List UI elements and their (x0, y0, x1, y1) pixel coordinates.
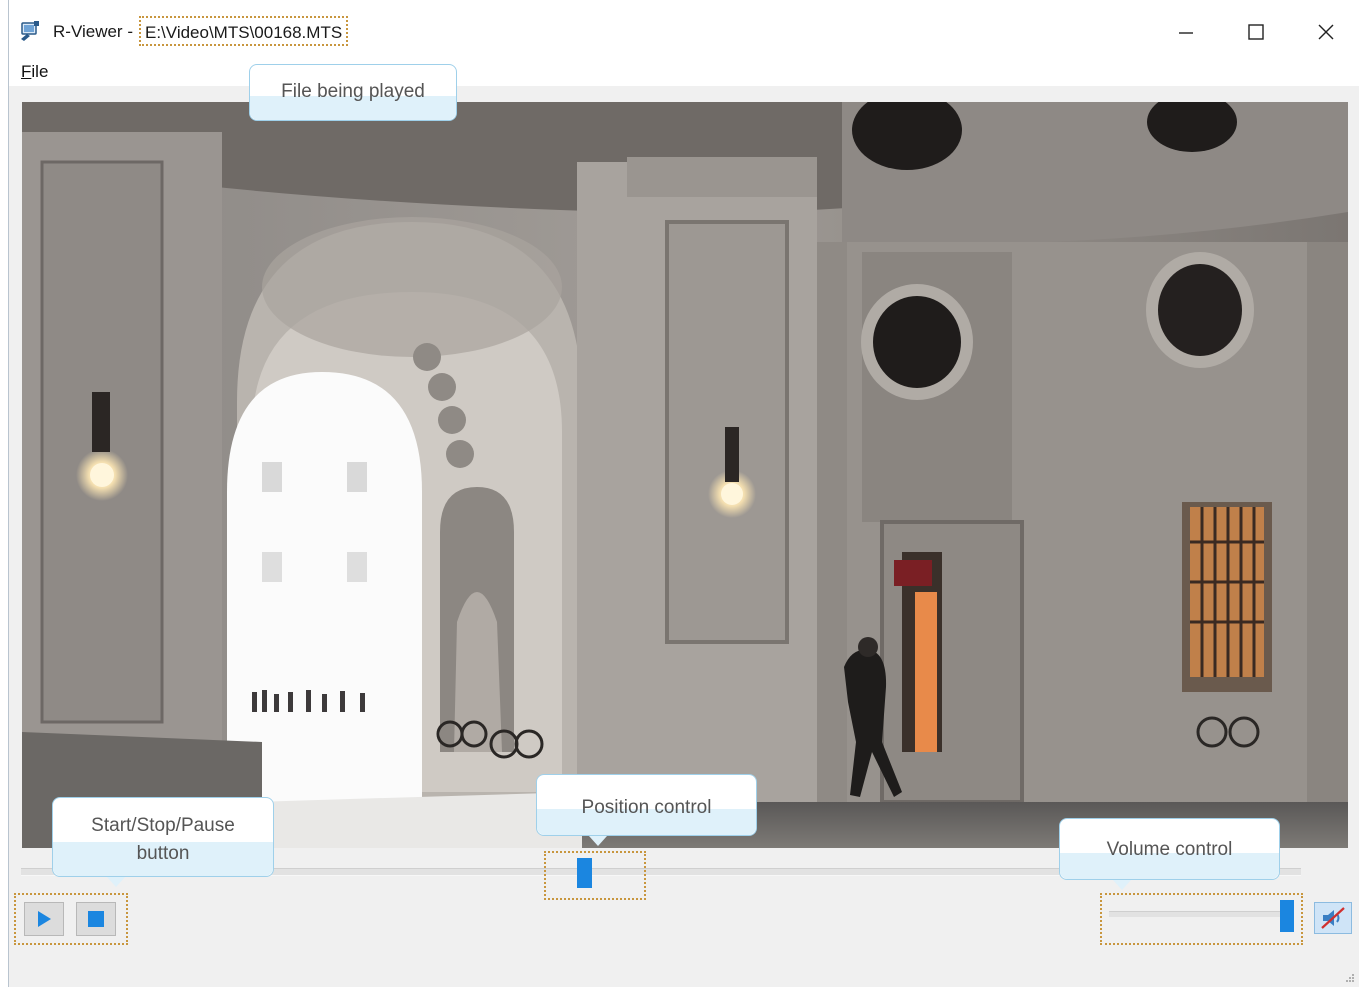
callout-position-pointer (589, 836, 607, 846)
play-button[interactable] (24, 902, 64, 936)
callout-start-stop-line1: Start/Stop/Pause (91, 815, 235, 836)
callout-volume-control: Volume control (1059, 818, 1280, 880)
callout-start-stop-pause: Start/Stop/Pause button (52, 797, 274, 877)
callout-start-stop-text: Start/Stop/Pause button (91, 798, 235, 868)
callout-volume-pointer (1113, 880, 1131, 890)
callout-start-stop-line2: button (136, 843, 190, 864)
title-bar: R-Viewer - E:\Video\MTS\00168.MTS (9, 0, 1359, 58)
menu-file-label-rest: ile (31, 62, 49, 81)
maximize-icon (1248, 24, 1264, 40)
r-viewer-app-icon (21, 21, 39, 41)
video-frame[interactable] (22, 102, 1348, 848)
menu-file[interactable]: File (21, 62, 48, 82)
callout-position-text: Position control (581, 797, 712, 818)
callout-file-being-played: File being played (249, 64, 457, 121)
callout-position-control: Position control (536, 774, 757, 836)
close-button[interactable] (1303, 14, 1349, 50)
stop-icon (88, 911, 104, 927)
menu-bar: File (9, 58, 1359, 86)
volume-slider-track[interactable] (1109, 911, 1287, 917)
callout-volume-text: Volume control (1106, 839, 1233, 860)
position-control-highlight (544, 851, 646, 900)
minimize-button[interactable] (1163, 14, 1209, 50)
callout-start-stop-pointer (107, 877, 125, 887)
close-icon (1318, 24, 1334, 40)
position-slider-thumb[interactable] (577, 858, 593, 888)
volume-control-highlight (1100, 893, 1303, 945)
resize-grip-icon[interactable] (1345, 973, 1355, 983)
stop-button[interactable] (76, 902, 116, 936)
window-title-file-path: E:\Video\MTS\00168.MTS (139, 16, 349, 46)
maximize-button[interactable] (1233, 14, 1279, 50)
window-title-app: R-Viewer - (53, 22, 133, 41)
play-icon (38, 911, 51, 927)
volume-slider-thumb[interactable] (1280, 900, 1294, 932)
video-image (22, 102, 1348, 848)
mute-button[interactable] (1314, 902, 1352, 934)
r-viewer-window: R-Viewer - E:\Video\MTS\00168.MTS File F… (8, 0, 1359, 987)
menu-file-accelerator: F (21, 62, 32, 81)
minimize-icon (1179, 32, 1193, 34)
callout-file-text: File being played (281, 81, 425, 102)
speaker-muted-icon (1321, 907, 1345, 929)
callout-file-pointer (304, 54, 322, 64)
